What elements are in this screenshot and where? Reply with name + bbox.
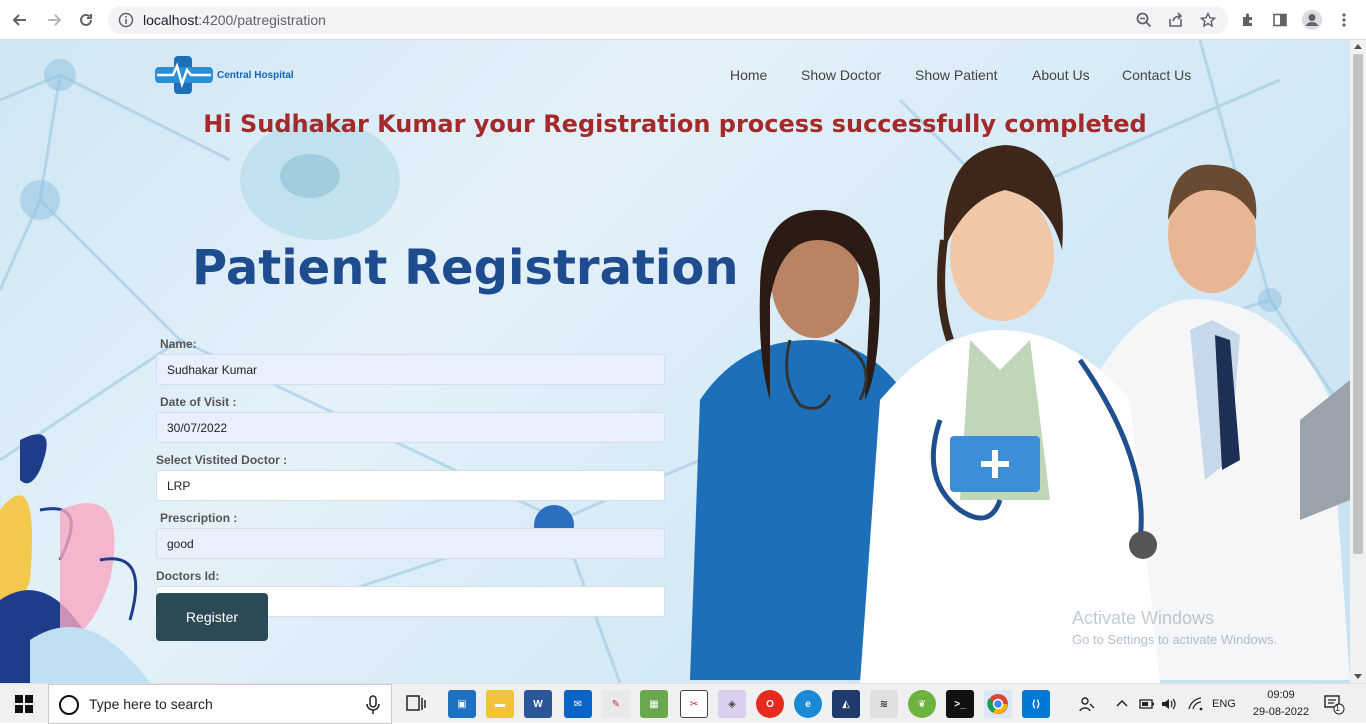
microphone-icon[interactable] [365,695,381,715]
snipping-tool-icon[interactable]: ✂ [680,690,708,718]
notification-center-icon[interactable]: 1 [1323,684,1345,724]
cortana-circle-icon [59,695,79,715]
scrollbar-thumb[interactable] [1353,54,1363,554]
clock-time: 09:09 [1267,689,1295,701]
nav-home[interactable]: Home [730,67,767,83]
doctor-select[interactable]: LRP [156,470,665,501]
name-label: Name: [160,337,197,351]
git-app-icon[interactable]: ≋ [870,690,898,718]
page-title: Patient Registration [192,240,739,296]
nav-show-doctor[interactable]: Show Doctor [801,67,881,83]
date-label: Date of Visit : [160,395,237,409]
spring-tool-icon[interactable]: ❦ [908,690,936,718]
side-panel-icon[interactable] [1268,8,1292,32]
volume-icon[interactable] [1161,684,1177,724]
activate-windows-title: Activate Windows [1072,608,1215,628]
date-of-visit-field[interactable]: 30/07/2022 [156,412,665,443]
site-logo[interactable]: Central Hospital [155,56,294,94]
wifi-icon[interactable] [1188,684,1204,724]
hospital-cross-icon [155,56,213,94]
show-hidden-icons-chevron-icon[interactable] [1116,684,1128,724]
task-view-icon[interactable] [402,690,430,718]
nav-contact-us[interactable]: Contact Us [1122,67,1191,83]
browser-toolbar: localhost:4200/patregistration [0,0,1366,40]
profile-avatar-icon[interactable] [1300,8,1324,32]
mysql-workbench-icon[interactable]: ◭ [832,690,860,718]
activate-windows-subtitle: Go to Settings to activate Windows. [1072,632,1278,647]
photos-app-icon[interactable]: ◈ [718,690,746,718]
doctor-id-label: Doctors Id: [156,569,220,583]
url-text: localhost:4200/patregistration [143,12,326,28]
zoom-icon[interactable] [1132,8,1156,32]
windows-start-icon[interactable] [0,684,48,724]
extensions-icon[interactable] [1236,8,1260,32]
info-icon[interactable] [118,12,134,28]
register-button[interactable]: Register [156,593,268,641]
share-icon[interactable] [1164,8,1188,32]
chart-app-icon[interactable]: ▦ [640,690,668,718]
reload-icon[interactable] [74,8,98,32]
windows-taskbar: Type here to search ▣ ▬ W ✉ ✎ ▦ ✂ ◈ O e … [0,683,1366,724]
logo-text: Central Hospital [217,69,294,81]
forward-icon[interactable] [42,8,66,32]
menu-kebab-icon[interactable] [1332,8,1356,32]
opera-icon[interactable]: O [756,690,784,718]
doctor-label: Select Vistited Doctor : [156,453,288,467]
battery-icon[interactable] [1139,684,1155,724]
chrome-icon[interactable] [984,690,1012,718]
clock-date: 29-08-2022 [1252,706,1310,718]
prescription-field[interactable]: good [156,528,665,559]
scroll-up-arrow-icon[interactable] [1354,44,1362,49]
mail-icon[interactable]: ✉ [564,690,592,718]
doctors-illustration [690,145,1350,683]
language-indicator[interactable]: ENG [1212,684,1236,724]
taskbar-clock[interactable]: 09:09 29-08-2022 [1248,687,1314,721]
success-message: Hi Sudhakar Kumar your Registration proc… [203,110,1147,138]
taskbar-search-box[interactable]: Type here to search [48,684,392,724]
page-scrollbar[interactable] [1350,40,1366,683]
file-explorer-icon[interactable]: ▬ [486,690,514,718]
notification-count: 1 [1335,703,1341,713]
bookmark-star-icon[interactable] [1196,8,1220,32]
search-placeholder: Type here to search [89,696,213,712]
word-icon[interactable]: W [524,690,552,718]
address-bar[interactable]: localhost:4200/patregistration [108,6,1228,34]
back-icon[interactable] [8,8,32,32]
paint-icon[interactable]: ✎ [602,690,630,718]
nav-about-us[interactable]: About Us [1032,67,1090,83]
terminal-icon[interactable]: >_ [946,690,974,718]
store-icon[interactable]: ▣ [448,690,476,718]
scroll-down-arrow-icon[interactable] [1354,674,1362,679]
vscode-icon[interactable]: ⟨⟩ [1022,690,1050,718]
prescription-label: Prescription : [160,511,238,525]
nav-show-patient[interactable]: Show Patient [915,67,998,83]
people-icon[interactable] [1078,684,1096,724]
edge-icon[interactable]: e [794,690,822,718]
name-field[interactable]: Sudhakar Kumar [156,354,665,385]
